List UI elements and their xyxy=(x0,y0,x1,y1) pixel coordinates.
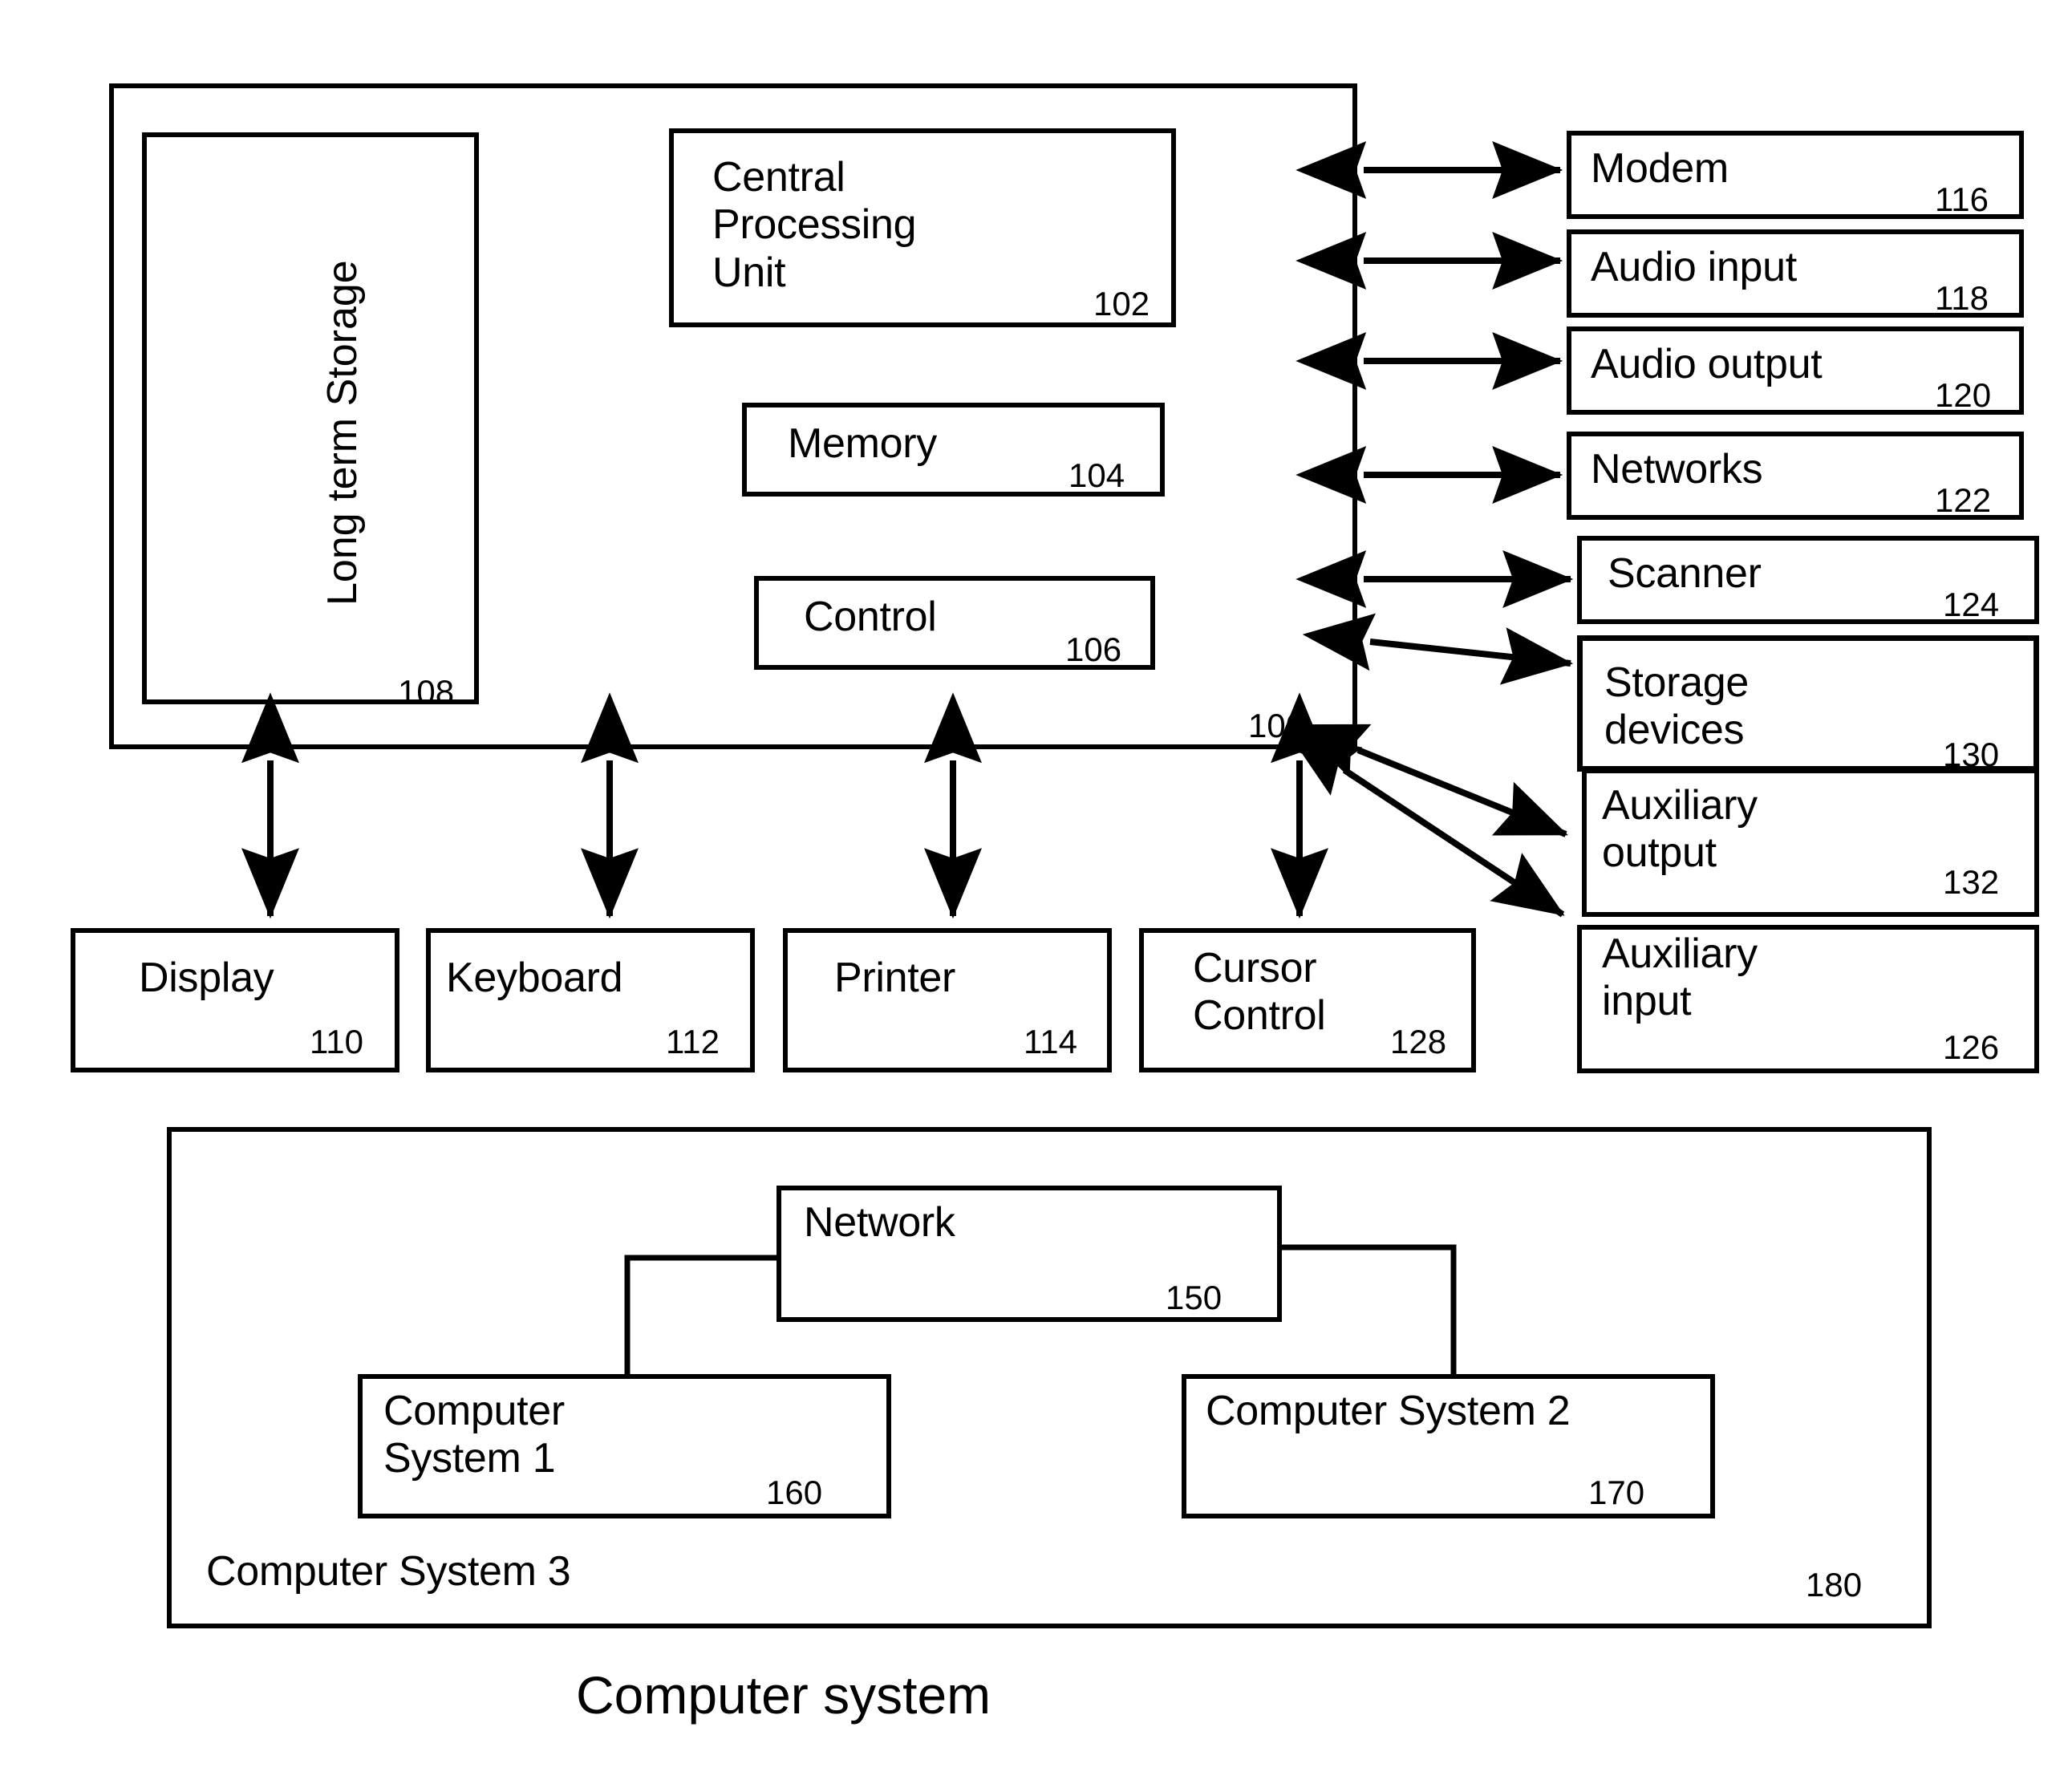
central-processing-unit-ref: 102 xyxy=(1093,285,1150,322)
display-ref: 110 xyxy=(310,1023,363,1060)
bus-arrows-vertical xyxy=(241,692,1328,919)
scanner-ref: 124 xyxy=(1943,586,2000,623)
audio-input-ref: 118 xyxy=(1935,279,1989,317)
cursor-control-ref: 128 xyxy=(1390,1023,1447,1060)
auxiliary-output-ref: 132 xyxy=(1943,863,2000,901)
central-processing-unit-label: Central Processing Unit xyxy=(712,154,917,296)
scanner-label: Scanner xyxy=(1608,550,1762,597)
bus-arrows-horizontal xyxy=(1296,141,1574,608)
memory-ref: 104 xyxy=(1068,456,1125,494)
computer-system-3-ref: 180 xyxy=(1806,1566,1863,1603)
arrow-to-auxiliary-output xyxy=(1295,724,1568,837)
audio-output-ref: 120 xyxy=(1935,376,1992,414)
computer-system-figure: 100 Long term Storage 108 Central Proces… xyxy=(0,0,2072,1792)
computer-system-1-label: Computer System 1 xyxy=(383,1388,565,1482)
cursor-control-label: Cursor Control xyxy=(1193,945,1326,1040)
memory-label: Memory xyxy=(788,420,937,467)
bus-arrows-diagonal xyxy=(1287,613,1574,918)
arrow-to-auxiliary-input xyxy=(1287,732,1565,918)
audio-input-label: Audio input xyxy=(1591,244,1797,290)
long-term-storage-box xyxy=(142,132,479,704)
computer-system-1-ref: 160 xyxy=(766,1474,823,1511)
storage-devices-label: Storage devices xyxy=(1604,659,1750,754)
printer-label: Printer xyxy=(834,955,956,1001)
networks-label: Networks xyxy=(1591,446,1763,493)
printer-ref: 114 xyxy=(1024,1023,1077,1060)
computer-system-2-ref: 170 xyxy=(1588,1474,1645,1511)
keyboard-ref: 112 xyxy=(666,1023,720,1060)
auxiliary-input-label: Auxiliary input xyxy=(1602,930,1758,1025)
computer-system-2-label: Computer System 2 xyxy=(1206,1388,1571,1434)
figure-caption: Computer system xyxy=(576,1665,991,1725)
network-ref: 150 xyxy=(1166,1279,1223,1316)
storage-devices-ref: 130 xyxy=(1943,736,2000,773)
main-computer-unit-ref: 100 xyxy=(1248,707,1305,744)
modem-label: Modem xyxy=(1591,145,1729,192)
networks-ref: 122 xyxy=(1935,481,1992,519)
auxiliary-input-ref: 126 xyxy=(1943,1028,2000,1066)
long-term-storage-label: Long term Storage xyxy=(319,260,366,606)
keyboard-label: Keyboard xyxy=(446,955,623,1001)
auxiliary-output-label: Auxiliary output xyxy=(1602,782,1758,877)
network-label: Network xyxy=(804,1199,955,1246)
long-term-storage-ref: 108 xyxy=(398,673,455,711)
control-ref: 106 xyxy=(1065,630,1122,668)
audio-output-label: Audio output xyxy=(1591,341,1823,387)
display-label: Display xyxy=(139,955,274,1001)
modem-ref: 116 xyxy=(1935,180,1989,218)
control-label: Control xyxy=(804,594,937,640)
arrow-to-storage-devices xyxy=(1302,613,1574,685)
computer-system-3-label: Computer System 3 xyxy=(206,1548,571,1595)
